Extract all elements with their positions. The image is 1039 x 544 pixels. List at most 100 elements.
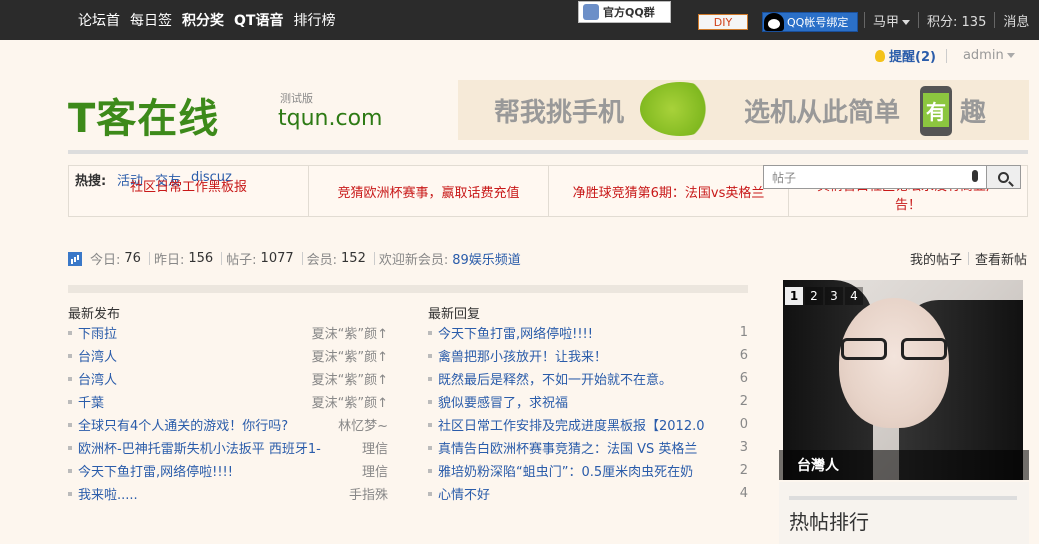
post-title-link[interactable]: 既然最后是释然，不如一开始就不在意。: [438, 369, 672, 388]
list-item[interactable]: 真情告白欧洲杯赛事竞猜之：法国 VS 英格兰 3: [428, 436, 748, 459]
post-title-link[interactable]: 社区日常工作安排及完成进度黑板报【2012.0: [438, 415, 705, 434]
user-menu[interactable]: 马甲: [873, 11, 911, 30]
list-item[interactable]: 社区日常工作安排及完成进度黑板报【2012.0 0: [428, 413, 748, 436]
section-bar: [68, 285, 748, 293]
latest-posts-title: 最新发布: [68, 307, 121, 322]
post-author[interactable]: 夏沫“紫”颜↑: [312, 369, 388, 388]
post-author[interactable]: 夏沫“紫”颜↑: [312, 392, 388, 411]
list-item[interactable]: 台湾人 夏沫“紫”颜↑: [68, 367, 388, 390]
post-title-link[interactable]: 今天下鱼打雷,网络停啦!!!!: [78, 461, 233, 480]
ad-banner[interactable]: 帮我挑手机 选机从此简单 有 趣: [458, 80, 1029, 140]
reminder-area: 提醒(2) admin: [875, 46, 1015, 65]
reply-count: 2: [739, 463, 748, 478]
list-item[interactable]: 禽兽把那小孩放开！让我来！ 6: [428, 344, 748, 367]
search-icon: [998, 171, 1009, 183]
post-author[interactable]: 手指殊: [349, 484, 388, 503]
yesterday-label: 昨日:: [153, 253, 185, 268]
post-title-link[interactable]: 我来啦.....: [78, 484, 138, 503]
posts-count: 1077: [260, 251, 294, 266]
nav-qt-voice[interactable]: QT语音: [234, 10, 283, 30]
search-box: 帖子: [763, 165, 1021, 189]
slider-caption[interactable]: 台灣人: [779, 450, 1029, 480]
post-author[interactable]: 林忆梦~: [338, 415, 388, 434]
messages-link[interactable]: 消息: [1003, 11, 1029, 30]
diy-button[interactable]: DIY: [698, 14, 748, 30]
reply-count: 6: [739, 348, 748, 363]
nav-points-reward[interactable]: 积分奖: [182, 10, 224, 30]
stats-chart-icon[interactable]: [68, 251, 82, 266]
list-item[interactable]: 下雨拉 夏沫“紫”颜↑: [68, 321, 388, 344]
reminder-link[interactable]: 提醒(2): [889, 46, 936, 65]
chevron-down-icon: [902, 19, 911, 25]
today-count: 76: [124, 251, 141, 266]
list-item[interactable]: 台湾人 夏沫“紫”颜↑: [68, 344, 388, 367]
slider-page-4[interactable]: 4: [845, 287, 863, 305]
banner-highlight: 有: [923, 93, 949, 127]
post-title-link[interactable]: 禽兽把那小孩放开！让我来！: [438, 346, 607, 365]
latest-replies-list: 今天下鱼打雷,网络停啦!!!! 1 禽兽把那小孩放开！让我来！ 6 既然最后是释然，不如…: [428, 321, 748, 505]
user-box: 马甲 积分: 135 消息: [864, 0, 1029, 40]
search-button[interactable]: [986, 166, 1020, 188]
slider-page-2[interactable]: 2: [805, 287, 823, 305]
post-title-link[interactable]: 全球只有4个人通关的游戏！你行吗?: [78, 415, 288, 434]
today-label: 今日:: [90, 253, 121, 268]
logo-main: T客在线: [68, 96, 220, 142]
latest-posts-list: 下雨拉 夏沫“紫”颜↑ 台湾人 夏沫“紫”颜↑ 台湾人 夏沫“紫”颜↑ 千葉 夏沫“紫”颜↑ 全…: [68, 321, 388, 505]
yesterday-count: 156: [188, 251, 214, 266]
post-author[interactable]: 理信: [362, 461, 388, 480]
forum-stats: 今日: 76 昨日: 156 帖子: 1077 会员: 152 欢迎新会员: 8…: [68, 249, 521, 268]
members-count: 152: [341, 251, 366, 266]
post-title-link[interactable]: 今天下鱼打雷,网络停啦!!!!: [438, 323, 593, 342]
post-title-link[interactable]: 雅培奶粉深陷“蛆虫门”：0.5厘米肉虫死在奶: [438, 461, 693, 480]
latest-replies: 最新回复 今天下鱼打雷,网络停啦!!!! 1 禽兽把那小孩放开！让我来！ 6 既然最后是…: [428, 303, 748, 505]
list-item[interactable]: 雅培奶粉深陷“蛆虫门”：0.5厘米肉虫死在奶 2: [428, 459, 748, 482]
glasses-graphic: [841, 338, 953, 362]
slider-page-3[interactable]: 3: [825, 287, 843, 305]
post-title-link[interactable]: 台湾人: [78, 346, 117, 365]
post-title-link[interactable]: 貌似要感冒了，求祝福: [438, 392, 568, 411]
list-item[interactable]: 全球只有4个人通关的游戏！你行吗? 林忆梦~: [68, 413, 388, 436]
list-item[interactable]: 千葉 夏沫“紫”颜↑: [68, 390, 388, 413]
post-title-link[interactable]: 千葉: [78, 392, 104, 411]
list-item[interactable]: 既然最后是释然，不如一开始就不在意。 6: [428, 367, 748, 390]
post-title-link[interactable]: 下雨拉: [78, 323, 117, 342]
list-item[interactable]: 欧洲杯-巴神托雷斯失机小法扳平 西班牙1- 理信: [68, 436, 388, 459]
image-slider[interactable]: 1234 台灣人: [779, 280, 1029, 480]
nav-ranking[interactable]: 排行榜: [293, 10, 335, 30]
qq-group-label: 官方QQ群: [603, 6, 655, 19]
site-logo[interactable]: T客在线 测试版 tqun.com: [68, 86, 388, 142]
announcement-item[interactable]: 净胜球竞猜第6期：法国vs英格兰: [549, 166, 789, 216]
nav-daily-sign[interactable]: 每日签: [130, 10, 172, 30]
post-author[interactable]: 夏沫“紫”颜↑: [312, 323, 388, 342]
logo-domain: tqun.com: [278, 106, 383, 131]
microphone-icon[interactable]: [972, 170, 978, 182]
slider-page-1[interactable]: 1: [785, 287, 803, 305]
banner-right-text: 选机从此简单: [744, 98, 901, 128]
announcement-item[interactable]: 社区日常工作黑板报: [69, 166, 309, 216]
post-title-link[interactable]: 台湾人: [78, 369, 117, 388]
list-item[interactable]: 心情不好 4: [428, 482, 748, 505]
list-item[interactable]: 我来啦..... 手指殊: [68, 482, 388, 505]
nav-forum-home[interactable]: 论坛首: [78, 10, 120, 30]
new-posts-link[interactable]: 查看新帖: [975, 249, 1027, 268]
user-points[interactable]: 积分: 135: [927, 11, 986, 30]
search-input[interactable]: 帖子: [764, 169, 824, 186]
my-posts-link[interactable]: 我的帖子: [910, 249, 962, 268]
list-item[interactable]: 今天下鱼打雷,网络停啦!!!! 1: [428, 321, 748, 344]
post-title-link[interactable]: 真情告白欧洲杯赛事竞猜之：法国 VS 英格兰: [438, 438, 697, 457]
list-item[interactable]: 今天下鱼打雷,网络停啦!!!! 理信: [68, 459, 388, 482]
admin-menu[interactable]: admin: [963, 48, 1015, 63]
hot-rank-title: 热帖排行: [789, 510, 869, 534]
newest-member-link[interactable]: 89娱乐频道: [452, 249, 521, 268]
post-title-link[interactable]: 心情不好: [438, 484, 490, 503]
announcement-item[interactable]: 竞猜欧洲杯赛事，赢取话费充值: [309, 166, 549, 216]
qq-bind-button[interactable]: QQ帐号绑定: [762, 12, 858, 32]
qq-group-button[interactable]: 官方QQ群: [578, 1, 671, 23]
list-item[interactable]: 貌似要感冒了，求祝福 2: [428, 390, 748, 413]
reply-count: 2: [739, 394, 748, 409]
post-author[interactable]: 理信: [362, 438, 388, 457]
members-label: 会员:: [306, 253, 338, 268]
post-title-link[interactable]: 欧洲杯-巴神托雷斯失机小法扳平 西班牙1-: [78, 438, 321, 457]
post-author[interactable]: 夏沫“紫”颜↑: [312, 346, 388, 365]
diy-label: DIY: [713, 15, 733, 29]
